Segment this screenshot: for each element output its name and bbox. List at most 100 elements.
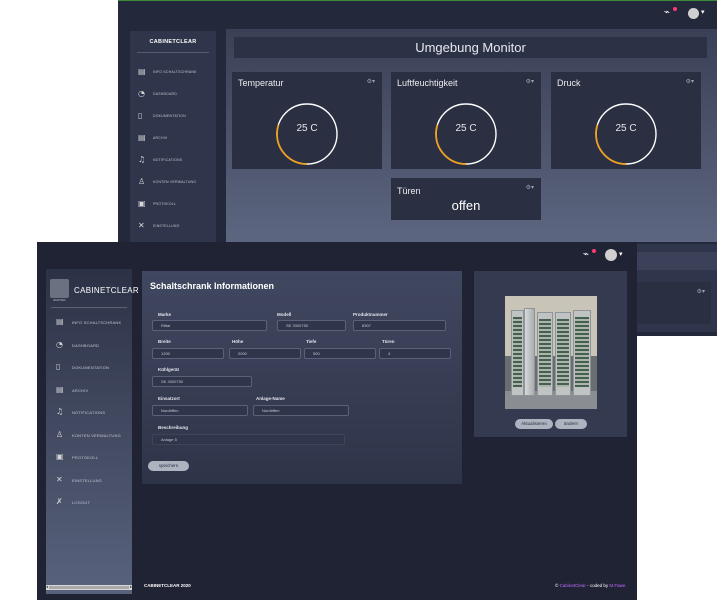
chevron-down-icon[interactable]: ▾	[701, 8, 705, 16]
dashboard-icon: ◔	[56, 339, 63, 349]
gear-icon[interactable]: ⚙▾	[526, 184, 534, 191]
sidebar-item-dokumentation[interactable]: ▯ DOKUMENTATION	[130, 105, 216, 127]
tools-icon: ✕	[138, 221, 145, 230]
sidebar-item-archiv[interactable]: ▤ ARCHIV	[46, 379, 132, 402]
sidebar-item-info-schaltschrank[interactable]: ▤ INFO SCHALTSCHRANK	[46, 311, 132, 334]
einsatzort-input[interactable]: Nordöffen	[152, 405, 248, 416]
sidebar: ENCOTEC CABINETCLEAR ▤ INFO SCHALTSCHRANK…	[46, 269, 139, 594]
archive-icon: ▤	[56, 384, 64, 394]
sidebar-item-protokoll[interactable]: ▣ PROTOKOLL	[46, 446, 132, 469]
door-title: Türen	[397, 186, 421, 196]
avatar[interactable]	[605, 249, 617, 261]
sidebar-item-label: EINSTELLUNG	[72, 477, 102, 483]
activity-icon[interactable]: ⌁	[583, 249, 596, 260]
gear-icon[interactable]: ⚙▾	[686, 78, 694, 85]
sidebar-item-notifications[interactable]: ♫ NOTIFICATIONS	[130, 149, 216, 171]
image-card: Aktualisieren ändern	[474, 271, 627, 437]
sidebar-item-protokoll[interactable]: ▣ PROTOKOLL	[130, 193, 216, 215]
monitor-topbar: ⌁ ▾	[118, 1, 717, 25]
sidebar-item-archiv[interactable]: ▤ ARCHIV	[130, 127, 216, 149]
gear-icon[interactable]: ⚙▾	[367, 78, 375, 85]
sidebar-item-label: DOKUMENTATION	[72, 365, 110, 370]
monitor-main: Umgebung Monitor Temperatur ⚙▾ 25 C Luftfeu…	[226, 29, 717, 242]
horizontal-scrollbar[interactable]: ◂ ▸	[46, 584, 132, 590]
marke-input[interactable]: Rittal	[152, 320, 267, 331]
chevron-down-icon[interactable]: ▾	[619, 250, 623, 258]
hoehe-input[interactable]: 2000	[229, 348, 301, 359]
sidebar-item-info-schaltschrank[interactable]: ▤ INFO SCHALTSCHRANK	[130, 61, 216, 83]
clipboard-icon: ▣	[138, 199, 146, 208]
produktnummer-label: Produktnummer	[353, 312, 388, 317]
tools-icon: ✕	[56, 474, 63, 484]
sidebar-item-konten-verwaltung[interactable]: ♙ KONTEN VERWALTUNG	[46, 424, 132, 447]
sidebar-item-label: KONTEN VERWALTUNG	[72, 432, 121, 438]
brand-divider	[51, 307, 127, 308]
gear-icon[interactable]: ⚙▾	[526, 78, 534, 85]
tiefe-input[interactable]: 500	[304, 348, 376, 359]
produktnummer-input[interactable]: 8307	[353, 320, 446, 331]
form-title: Schaltschrank Informationen	[150, 281, 275, 291]
scroll-left-icon[interactable]: ◂	[46, 584, 48, 589]
gauge-value: 25 C	[615, 123, 637, 134]
breite-label: Breite	[158, 339, 171, 344]
gauge-card-temperatur: Temperatur ⚙▾ 25 C	[232, 72, 382, 169]
kuehlgeraet-input[interactable]: SK 3300750	[152, 376, 252, 387]
clipboard-icon: ▣	[56, 452, 64, 461]
save-button[interactable]: speichern	[148, 461, 189, 471]
sidebar-item-label: KONTEN VERWALTUNG	[153, 180, 197, 184]
footer-coded-by: - coded by	[585, 583, 610, 588]
user-icon: ♙	[56, 429, 64, 439]
gauge-value: 25 C	[455, 123, 477, 134]
scroll-right-icon[interactable]: ▸	[130, 584, 132, 589]
sidebar-item-label: DASHBOARD	[72, 342, 100, 348]
sidebar-item-notifications[interactable]: ♫ NOTIFICATIONS	[46, 401, 132, 424]
modell-input[interactable]: SE 3300750	[277, 320, 346, 331]
sidebar-item-label: DASHBOARD	[153, 92, 177, 96]
doc-icon: ▯	[138, 111, 143, 120]
sidebar-item-dashboard[interactable]: ◔ DASHBOARD	[46, 334, 132, 357]
gauge-card-druck: Druck ⚙▾ 25 C	[551, 72, 701, 169]
tiefe-label: Tiefe	[306, 339, 317, 344]
sidebar-item-einstellung[interactable]: ✕ EINSTELLUNG	[130, 215, 216, 237]
anlage-name-input[interactable]: Nordöffen	[253, 405, 349, 416]
activity-icon[interactable]: ⌁	[664, 7, 677, 18]
sidebar-item-label: EINSTELLUNG	[153, 224, 180, 228]
footer-author-link[interactable]: M.Fawe	[609, 583, 625, 588]
document-icon: ▤	[138, 67, 146, 76]
gauge-ring	[276, 103, 338, 165]
monitor-nav: ▤ INFO SCHALTSCHRANK ◔ DASHBOARD ▯ DOKUMENTAT…	[130, 61, 216, 237]
gear-icon[interactable]: ⚙▾	[697, 288, 705, 295]
sidebar-item-logout[interactable]: ✗ LOGOUT	[46, 491, 132, 514]
monitor-sidebar: CABINETCLEAR ▤ INFO SCHALTSCHRANK ◔ DASHBOA…	[130, 31, 216, 246]
doc-icon: ▯	[56, 362, 61, 371]
beschreibung-input[interactable]: Anlage 5	[152, 434, 345, 445]
sidebar-item-konten-verwaltung[interactable]: ♙ KONTEN VERWALTUNG	[130, 171, 216, 193]
breite-input[interactable]: 1200	[152, 348, 224, 359]
cabinet-photo	[505, 296, 597, 409]
tueren-input[interactable]: 4	[379, 348, 451, 359]
avatar[interactable]	[688, 8, 699, 19]
sidebar-item-label: NOTIFICATIONS	[153, 158, 183, 162]
footer-credits: © CabinetClear - coded by M.Fawe	[555, 583, 625, 588]
refresh-button[interactable]: Aktualisieren	[515, 419, 553, 429]
door-value: offen	[451, 198, 481, 213]
gauge-title: Temperatur	[238, 78, 284, 88]
sidebar-item-dashboard[interactable]: ◔ DASHBOARD	[130, 83, 216, 105]
sidebar-item-einstellung[interactable]: ✕ EINSTELLUNG	[46, 469, 132, 492]
sidebar-item-dokumentation[interactable]: ▯ DOKUMENTATION	[46, 356, 132, 379]
brand-title: CABINETCLEAR	[74, 286, 139, 295]
logo	[50, 279, 69, 298]
info-form-card: Schaltschrank Informationen Marke Rittal…	[142, 271, 462, 484]
footer-copyright: CABINETCLEAR 2020	[144, 583, 191, 588]
change-image-button[interactable]: ändern	[555, 419, 587, 429]
sidebar-item-label: ARCHIV	[72, 387, 89, 393]
gauge-ring	[595, 103, 657, 165]
sidebar-nav: ▤ INFO SCHALTSCHRANK ◔ DASHBOARD ▯ DOKUMENTAT…	[46, 311, 132, 514]
user-icon: ♙	[138, 177, 146, 186]
gauge-card-luftfeuchtigkeit: Luftfeuchtigkeit ⚙▾ 25 C	[391, 72, 541, 169]
scroll-thumb[interactable]	[49, 586, 129, 589]
archive-icon: ▤	[138, 133, 146, 142]
footer-brand-link[interactable]: CabinetClear	[560, 583, 586, 588]
gauge-title: Luftfeuchtigkeit	[397, 78, 458, 88]
brand-title: CABINETCLEAR	[149, 39, 197, 45]
